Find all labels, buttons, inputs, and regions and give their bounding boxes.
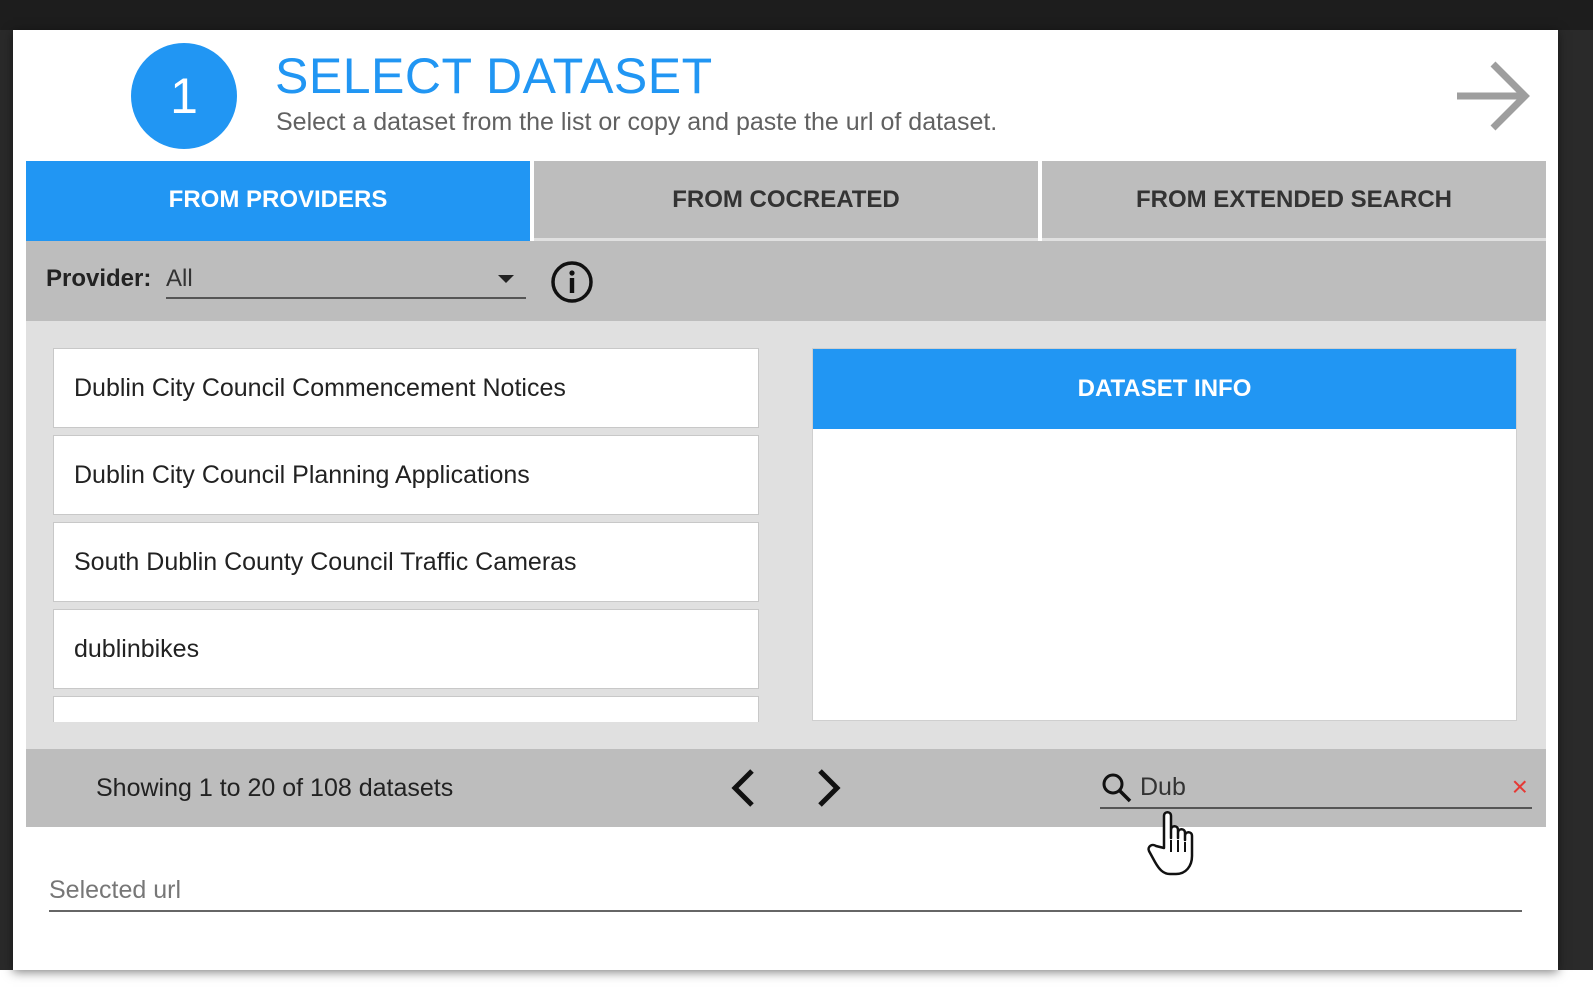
showing-count: Showing 1 to 20 of 108 datasets <box>96 774 454 802</box>
dataset-item[interactable]: South Dublin County Council Traffic Came… <box>53 522 759 602</box>
chevron-down-icon <box>498 275 514 283</box>
tab-from-providers[interactable]: FROM PROVIDERS <box>26 161 530 241</box>
search-value: Dub <box>1140 773 1186 801</box>
hand-cursor-icon <box>1147 811 1194 876</box>
search-icon <box>1102 773 1132 803</box>
info-icon[interactable] <box>550 260 594 304</box>
selected-url-field[interactable]: Selected url <box>49 860 1522 912</box>
dataset-item[interactable]: Dublin City Council Planning Application… <box>53 435 759 515</box>
backdrop-top <box>0 0 1593 30</box>
source-tabs: FROM PROVIDERS FROM COCREATED FROM EXTEN… <box>26 161 1546 241</box>
dataset-item[interactable]: dublinbikes <box>53 609 759 689</box>
clear-icon[interactable]: × <box>1512 773 1528 801</box>
dataset-item[interactable]: Dublin City Council Commencement Notices <box>53 348 759 428</box>
tab-from-extended-search[interactable]: FROM EXTENDED SEARCH <box>1042 161 1546 241</box>
dataset-list[interactable]: Dublin City Council Commencement Notices… <box>53 348 759 722</box>
selected-url-placeholder: Selected url <box>49 876 182 904</box>
provider-select[interactable]: All <box>166 259 526 299</box>
next-arrow-icon[interactable] <box>1453 58 1533 134</box>
dataset-item[interactable] <box>53 696 759 722</box>
pagination-bar: Showing 1 to 20 of 108 datasets Dub × <box>26 749 1546 827</box>
dataset-info-header: DATASET INFO <box>813 349 1516 429</box>
dialog-title: SELECT DATASET <box>275 48 713 104</box>
search-input[interactable]: Dub × <box>1100 767 1532 809</box>
dataset-info-panel: DATASET INFO <box>812 348 1517 721</box>
step-indicator: 1 <box>131 43 237 149</box>
provider-selected-value: All <box>166 265 193 292</box>
chevron-left-icon[interactable] <box>726 766 760 810</box>
provider-label: Provider: <box>46 265 152 292</box>
provider-bar: Provider: All <box>26 241 1546 321</box>
content-area: Dublin City Council Commencement Notices… <box>26 321 1546 749</box>
backdrop-bottom <box>0 970 1593 1000</box>
dialog-subtitle: Select a dataset from the list or copy a… <box>276 108 998 136</box>
select-dataset-dialog: 1 SELECT DATASET Select a dataset from t… <box>13 30 1558 970</box>
chevron-right-icon[interactable] <box>812 766 846 810</box>
tab-from-cocreated[interactable]: FROM COCREATED <box>534 161 1038 241</box>
